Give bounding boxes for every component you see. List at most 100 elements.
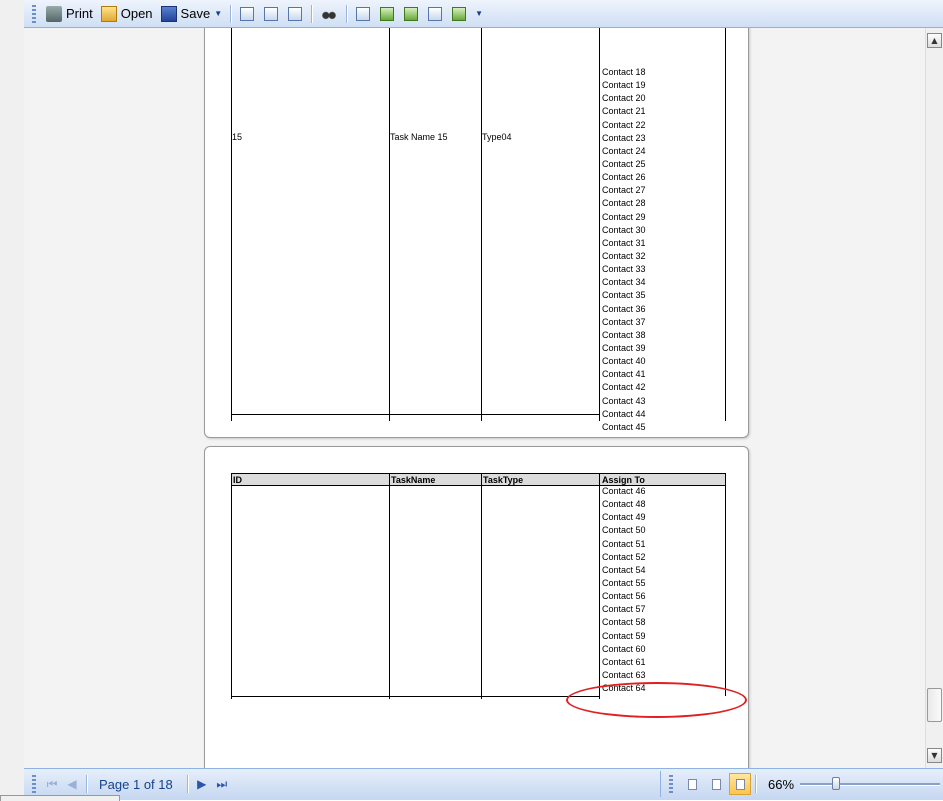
status-bar: ⏮ ◀ Page 1 of 18 ▶ ⏭ 66% bbox=[24, 768, 943, 800]
contact-list-item: Contact 29 bbox=[602, 211, 646, 222]
cell-taskname: Task Name 15 bbox=[390, 132, 448, 142]
contact-list-item: Contact 25 bbox=[602, 158, 646, 169]
two-pages-icon[interactable] bbox=[404, 6, 419, 21]
hover-status-tab bbox=[0, 795, 120, 801]
contact-list-item: Contact 45 bbox=[602, 421, 646, 432]
cell-id: 15 bbox=[232, 132, 243, 142]
parameters-icon[interactable] bbox=[264, 6, 279, 21]
row-bottom-border bbox=[231, 696, 600, 697]
multi-page-icon[interactable] bbox=[452, 6, 467, 21]
zoom-separator bbox=[755, 775, 756, 793]
contact-list-item: Contact 46 bbox=[602, 486, 646, 496]
continuous-view-button[interactable] bbox=[705, 773, 727, 795]
nav-separator bbox=[86, 775, 87, 793]
header-tasktype: TaskType bbox=[483, 475, 524, 485]
multi-page-icon bbox=[735, 778, 745, 790]
document-map-icon[interactable] bbox=[288, 6, 303, 21]
contact-list-item: Contact 24 bbox=[602, 145, 646, 156]
column-divider bbox=[725, 28, 726, 421]
scrollbar-thumb[interactable] bbox=[927, 688, 942, 722]
vertical-scrollbar[interactable]: ▲ ▼ bbox=[925, 28, 943, 768]
folder-open-icon bbox=[100, 5, 117, 22]
page-navigation: ⏮ ◀ Page 1 of 18 ▶ ⏭ bbox=[24, 771, 654, 797]
zoom-level: 66% bbox=[768, 776, 795, 792]
column-divider bbox=[389, 28, 390, 421]
toolbar-separator bbox=[311, 4, 313, 23]
contact-list-item: Contact 41 bbox=[602, 369, 646, 380]
contact-list-item: Contact 39 bbox=[602, 342, 646, 353]
single-page-icon[interactable] bbox=[356, 6, 371, 21]
header-taskname: TaskName bbox=[391, 475, 436, 485]
column-divider bbox=[231, 28, 232, 421]
toolbar-separator bbox=[230, 4, 232, 23]
multi-page-view-button[interactable] bbox=[729, 773, 751, 795]
scroll-up-arrow-icon[interactable]: ▲ bbox=[927, 33, 942, 48]
floppy-disk-icon bbox=[160, 5, 177, 22]
contact-list-item: Contact 22 bbox=[602, 119, 646, 130]
binoculars-find-icon[interactable] bbox=[321, 6, 338, 21]
column-divider bbox=[599, 28, 600, 421]
single-page-icon bbox=[687, 778, 697, 790]
contact-list-item: Contact 63 bbox=[602, 669, 646, 680]
scroll-down-arrow-icon[interactable]: ▼ bbox=[927, 748, 942, 763]
report-viewer[interactable]: 15 Task Name 15 Type04 Contact 18 Contact… bbox=[24, 28, 925, 768]
zoom-controls: 66% bbox=[660, 771, 943, 797]
statusbar-grip bbox=[669, 775, 673, 793]
open-button[interactable]: Open bbox=[97, 3, 157, 25]
zoom-slider-track bbox=[800, 783, 941, 786]
save-label: Save bbox=[180, 6, 211, 21]
column-divider bbox=[389, 473, 390, 699]
column-divider bbox=[481, 473, 482, 699]
contact-list-item: Contact 31 bbox=[602, 237, 646, 248]
report-page-1: 15 Task Name 15 Type04 Contact 18 Contact… bbox=[204, 28, 749, 438]
contact-list-item: Contact 36 bbox=[602, 303, 646, 314]
contact-list-item: Contact 23 bbox=[602, 132, 646, 143]
continuous-icon[interactable] bbox=[428, 6, 443, 21]
column-divider bbox=[725, 473, 726, 696]
zoom-slider[interactable] bbox=[800, 775, 941, 793]
page-indicator: Page 1 of 18 bbox=[99, 776, 173, 792]
print-button[interactable]: Print bbox=[42, 3, 97, 25]
contact-list-item: Contact 28 bbox=[602, 198, 646, 209]
contact-list-item: Contact 58 bbox=[602, 617, 646, 628]
contact-list-item: Contact 61 bbox=[602, 656, 646, 667]
contact-list-item: Contact 44 bbox=[602, 408, 646, 419]
cell-tasktype: Type04 bbox=[482, 132, 512, 142]
contact-list-item: Contact 40 bbox=[602, 356, 646, 367]
chevron-down-icon[interactable]: ▼ bbox=[214, 9, 222, 18]
print-label: Print bbox=[66, 6, 93, 21]
contact-list-item: Contact 26 bbox=[602, 172, 646, 183]
contact-list-item: Contact 37 bbox=[602, 316, 646, 327]
contact-list-item: Contact 42 bbox=[602, 382, 646, 393]
first-page-icon[interactable]: ⏮ bbox=[42, 774, 62, 794]
assign-to-list-page-2: Contact 46 Contact 48 Contact 49 Contact 50… bbox=[602, 485, 646, 695]
zoom-slider-thumb[interactable] bbox=[832, 777, 841, 790]
contact-list-item: Contact 48 bbox=[602, 499, 646, 510]
header-assign-to: Assign To bbox=[602, 475, 645, 485]
single-page-view-button[interactable] bbox=[681, 773, 703, 795]
contact-list-item: Contact 20 bbox=[602, 93, 646, 104]
next-page-icon[interactable]: ▶ bbox=[192, 774, 212, 794]
toolbar-grip[interactable] bbox=[32, 4, 36, 23]
contact-list-item: Contact 30 bbox=[602, 224, 646, 235]
column-divider bbox=[231, 486, 232, 699]
save-button[interactable]: Save ▼ bbox=[157, 3, 227, 25]
fit-page-icon[interactable] bbox=[380, 6, 395, 21]
contact-list-item: Contact 43 bbox=[602, 395, 646, 406]
contact-list-item: Contact 49 bbox=[602, 512, 646, 523]
contact-list-item: Contact 18 bbox=[602, 67, 646, 77]
toolbar: Print Open Save ▼ ▼ bbox=[24, 0, 943, 28]
last-page-icon[interactable]: ⏭ bbox=[212, 774, 232, 794]
previous-page-icon[interactable]: ◀ bbox=[62, 774, 82, 794]
task-table-page-1: 15 Task Name 15 Type04 Contact 18 Contact… bbox=[231, 28, 726, 432]
page-setup-icon[interactable] bbox=[240, 6, 255, 21]
contact-list-item: Contact 19 bbox=[602, 80, 646, 91]
statusbar-grip bbox=[32, 775, 36, 793]
contact-list-item: Contact 60 bbox=[602, 643, 646, 654]
contact-list-item: Contact 59 bbox=[602, 630, 646, 641]
contact-list-item: Contact 21 bbox=[602, 106, 646, 117]
left-pane bbox=[0, 0, 24, 800]
assign-to-list-page-1: Contact 18 Contact 19 Contact 20 Contact 21… bbox=[602, 66, 646, 434]
chevron-down-icon[interactable]: ▼ bbox=[475, 9, 483, 18]
open-label: Open bbox=[120, 6, 153, 21]
